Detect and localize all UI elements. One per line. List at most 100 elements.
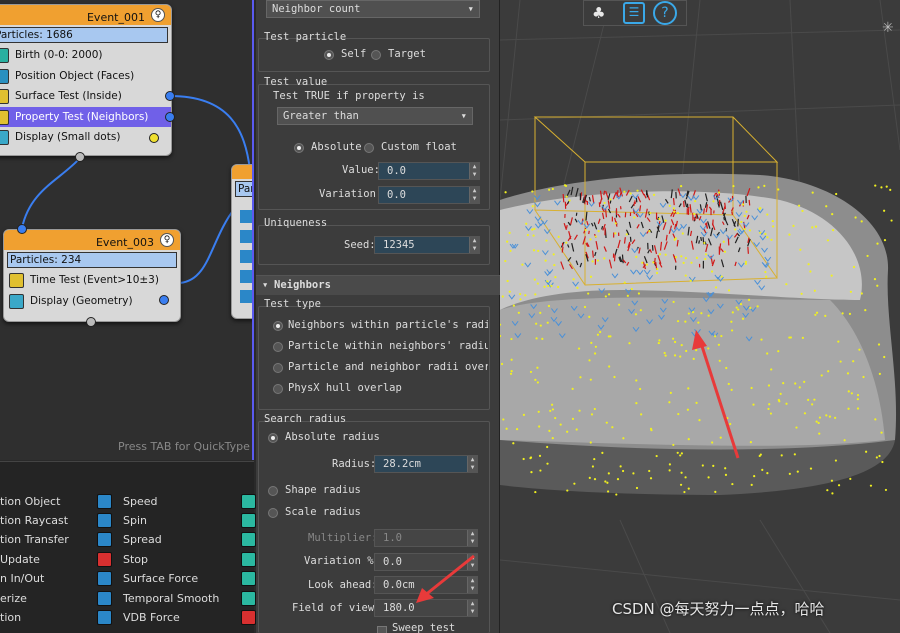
library-item[interactable]: Update bbox=[0, 550, 40, 569]
operator-library[interactable]: tion Object tion Raycast tion Transfer U… bbox=[0, 461, 256, 633]
absolute-radio[interactable] bbox=[294, 143, 304, 153]
value-spinner[interactable]: 0.0 ▲ ▼ bbox=[378, 162, 480, 180]
op-time-test[interactable]: Time Test (Event>10±3) bbox=[4, 270, 180, 291]
yellow-particle bbox=[694, 200, 697, 203]
library-item[interactable]: erize bbox=[0, 589, 27, 608]
op-position-object[interactable]: Position Object (Faces) bbox=[0, 66, 171, 87]
output-port[interactable] bbox=[149, 133, 159, 143]
test-type-radio-3[interactable] bbox=[273, 384, 283, 394]
shape-radius-radio[interactable] bbox=[268, 486, 278, 496]
output-port[interactable] bbox=[159, 295, 169, 305]
scale-radius-radio[interactable] bbox=[268, 508, 278, 518]
sweep-test-checkbox[interactable] bbox=[377, 626, 387, 633]
particle-view-graph[interactable]: Event_001 ♀ Particles: 1686 Birth (0-0: … bbox=[0, 0, 254, 460]
input-port[interactable] bbox=[75, 152, 85, 162]
test-type-radio-2[interactable] bbox=[273, 363, 283, 373]
yellow-particle bbox=[749, 441, 752, 444]
variation-spinner[interactable]: 0.0 ▲ ▼ bbox=[378, 186, 480, 204]
test-type-radio-1[interactable] bbox=[273, 342, 283, 352]
event-001-node[interactable]: Event_001 ♀ Particles: 1686 Birth (0-0: … bbox=[0, 4, 172, 156]
yellow-particle bbox=[684, 257, 688, 260]
yellow-particle bbox=[551, 187, 554, 191]
yellow-particle bbox=[664, 219, 667, 222]
yellow-particle bbox=[532, 249, 536, 252]
spinner-arrows-icon[interactable]: ▲▼ bbox=[467, 456, 477, 472]
yellow-particle bbox=[811, 226, 814, 229]
yellow-particle bbox=[593, 352, 597, 355]
yellow-particle bbox=[589, 441, 592, 444]
tree-icon[interactable]: ♣ bbox=[592, 4, 612, 24]
yellow-particle bbox=[538, 454, 542, 457]
yellow-particle bbox=[575, 428, 578, 431]
parameters-panel[interactable]: Neighbor count Test particle Self Target… bbox=[256, 0, 500, 633]
yellow-particle bbox=[548, 429, 551, 432]
yellow-particle bbox=[621, 469, 625, 473]
spinner-arrows-icon[interactable]: ▲▼ bbox=[469, 237, 479, 253]
op-property-test[interactable]: Property Test (Neighbors) bbox=[0, 106, 171, 127]
event-002-node[interactable]: Par bbox=[231, 164, 252, 319]
seed-spinner[interactable]: 12345 ▲ ▼ bbox=[374, 236, 480, 254]
spinner-arrows-icon[interactable]: ▲▼ bbox=[469, 163, 479, 179]
viewport-3d[interactable]: ♣ ☰ ? ✳ bbox=[500, 0, 900, 633]
yellow-particle bbox=[605, 421, 608, 424]
library-item[interactable]: tion Transfer bbox=[0, 530, 69, 549]
op-display[interactable]: Display (Small dots) bbox=[0, 127, 171, 148]
library-item-temporal-smooth[interactable]: Temporal Smooth bbox=[123, 589, 219, 608]
library-item-surface-force[interactable]: Surface Force bbox=[123, 569, 198, 588]
op-birth[interactable]: Birth (0-0: 2000) bbox=[0, 45, 171, 66]
spinner-arrows-icon[interactable]: ▲▼ bbox=[469, 187, 479, 203]
library-item-speed[interactable]: Speed bbox=[123, 492, 157, 511]
output-port[interactable] bbox=[165, 91, 175, 101]
input-port[interactable] bbox=[17, 224, 27, 234]
event-001-header[interactable]: Event_001 ♀ bbox=[0, 5, 171, 25]
red-particle bbox=[672, 198, 675, 206]
yellow-particle bbox=[763, 184, 766, 187]
event-003-node[interactable]: Event_003 ♀ Particles: 234 Time Test (Ev… bbox=[3, 229, 181, 322]
yellow-particle bbox=[668, 463, 672, 466]
library-item[interactable]: tion Object bbox=[0, 492, 60, 511]
self-radio[interactable] bbox=[324, 50, 334, 60]
library-item-spin[interactable]: Spin bbox=[123, 511, 147, 530]
pin-icon[interactable]: ♀ bbox=[151, 8, 165, 22]
output-port[interactable] bbox=[165, 112, 175, 122]
library-item[interactable]: tion Raycast bbox=[0, 511, 68, 530]
library-item-vdb-force[interactable]: VDB Force bbox=[123, 608, 180, 627]
yellow-particle bbox=[525, 222, 528, 225]
op-surface-test[interactable]: Surface Test (Inside) bbox=[0, 86, 171, 107]
property-dropdown[interactable]: Neighbor count bbox=[266, 0, 480, 18]
yellow-particle bbox=[785, 283, 788, 286]
op-display-geometry[interactable]: Display (Geometry) bbox=[4, 291, 180, 312]
library-item[interactable]: tion bbox=[0, 608, 21, 627]
custom-float-label: Custom float bbox=[381, 141, 457, 153]
yellow-particle bbox=[770, 238, 773, 241]
temporal-smooth-icon bbox=[97, 591, 112, 606]
library-item[interactable]: n In/Out bbox=[0, 569, 44, 588]
red-particle bbox=[562, 193, 565, 203]
event-003-title: Event_003 bbox=[95, 236, 154, 249]
yellow-particle bbox=[856, 407, 860, 410]
library-item-spread[interactable]: Spread bbox=[123, 530, 162, 549]
compare-dropdown[interactable]: Greater than bbox=[277, 107, 473, 125]
neighbors-rollout-header[interactable]: ▾ Neighbors bbox=[256, 275, 500, 295]
yellow-particle bbox=[529, 457, 532, 460]
absolute-radius-radio[interactable] bbox=[268, 433, 278, 443]
library-item-stop[interactable]: Stop bbox=[123, 550, 148, 569]
yellow-particle bbox=[606, 481, 609, 484]
gizmo-icon[interactable]: ✳ bbox=[882, 20, 894, 36]
birth-icon bbox=[0, 48, 9, 63]
help-icon[interactable]: ? bbox=[653, 1, 677, 25]
multiplier-spinner[interactable]: 1.0 ▲ ▼ bbox=[374, 529, 478, 547]
pin-icon[interactable]: ♀ bbox=[160, 233, 174, 247]
event-003-header[interactable]: Event_003 ♀ bbox=[4, 230, 180, 250]
target-radio[interactable] bbox=[371, 50, 381, 60]
radius-spinner[interactable]: 28.2cm ▲ ▼ bbox=[374, 455, 478, 473]
spinner-arrows-icon[interactable]: ▲▼ bbox=[467, 530, 477, 546]
yellow-particle bbox=[681, 232, 684, 235]
list-icon[interactable]: ☰ bbox=[623, 2, 645, 24]
custom-float-radio[interactable] bbox=[364, 143, 374, 153]
test-type-radio-0[interactable] bbox=[273, 321, 283, 331]
display-icon bbox=[9, 293, 24, 309]
yellow-particle bbox=[719, 436, 722, 439]
yellow-particle bbox=[593, 407, 596, 411]
input-port[interactable] bbox=[86, 317, 96, 327]
